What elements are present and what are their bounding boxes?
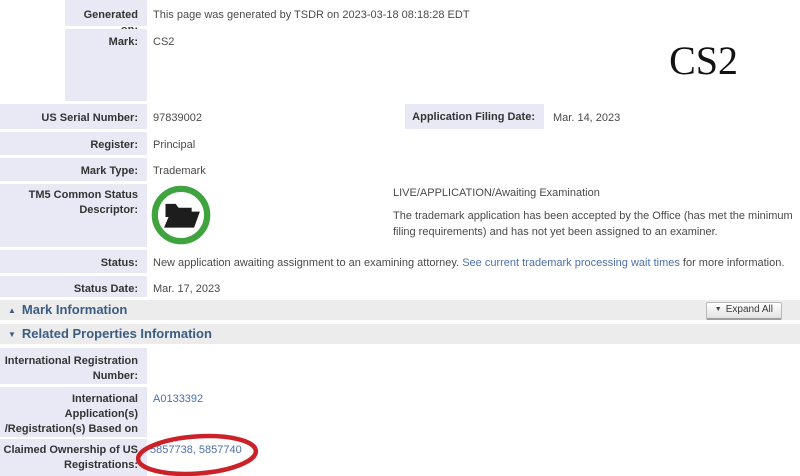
- intl-app-label-line2: /Registration(s) Based on: [0, 422, 138, 437]
- status-value: New application awaiting assignment to a…: [147, 250, 800, 273]
- status-label: Status:: [0, 250, 147, 273]
- intl-registration-number-value: [147, 348, 800, 384]
- mark-value-cell: CS2 CS2: [147, 29, 800, 101]
- expand-all-label: Expand All: [726, 304, 773, 315]
- mark-information-title: Mark Information: [22, 300, 127, 320]
- tm5-descriptor-label: TM5 Common Status Descriptor:: [0, 184, 147, 247]
- status-date-value: Mar. 17, 2023: [147, 276, 800, 297]
- intl-application-row: International Application(s) /Registrati…: [0, 387, 800, 437]
- claimed-ownership-row: Claimed Ownership of US Registrations: 5…: [0, 439, 800, 476]
- register-label: Register:: [0, 132, 147, 155]
- claimed-ownership-label: Claimed Ownership of US Registrations:: [0, 439, 147, 476]
- us-serial-number-label: US Serial Number:: [0, 104, 147, 129]
- mark-label: Mark:: [65, 29, 147, 101]
- triangle-down-icon: ▼: [715, 306, 722, 313]
- claimed-ownership-registrations-link[interactable]: 5857738, 5857740: [150, 444, 242, 456]
- open-folder-green-circle-icon: [150, 184, 212, 246]
- section-header-mark-information[interactable]: ▲ Mark Information ▼ Expand All: [0, 300, 800, 320]
- tm5-descriptor-value-cell: LIVE/APPLICATION/Awaiting Examination Th…: [147, 184, 800, 247]
- intl-registration-number-row: International Registration Number:: [0, 348, 800, 384]
- status-text-before-link: New application awaiting assignment to a…: [153, 257, 462, 269]
- claimed-ownership-value-cell: 5857738, 5857740: [147, 439, 800, 476]
- tm5-status-code: LIVE/APPLICATION/Awaiting Examination: [393, 186, 795, 201]
- tm5-status-description: The trademark application has been accep…: [393, 208, 795, 240]
- register-row: Register: Principal: [0, 132, 800, 155]
- status-row: Status: New application awaiting assignm…: [0, 250, 800, 273]
- processing-wait-times-link[interactable]: See current trademark processing wait ti…: [462, 257, 680, 269]
- mark-type-label: Mark Type:: [0, 158, 147, 181]
- intl-app-label-line1: International Application(s): [0, 392, 138, 422]
- tm5-label-line1: TM5 Common Status: [0, 188, 138, 203]
- mark-type-row: Mark Type: Trademark: [0, 158, 800, 181]
- mark-row: Mark: CS2 CS2: [0, 29, 800, 101]
- intl-reg-label-line2: Number:: [0, 369, 138, 384]
- intl-application-number-link[interactable]: A0133392: [153, 393, 203, 405]
- tm5-label-line2: Descriptor:: [0, 203, 138, 218]
- generated-on-value: This page was generated by TSDR on 2023-…: [147, 0, 800, 26]
- status-date-label: Status Date:: [0, 276, 147, 297]
- claimed-ownership-label-line2: Registrations:: [0, 458, 138, 473]
- claimed-ownership-label-line1: Claimed Ownership of US: [0, 443, 138, 458]
- intl-application-value-cell: A0133392: [147, 387, 800, 437]
- serial-filing-row: US Serial Number: 97839002 Application F…: [0, 104, 800, 129]
- register-value: Principal: [147, 132, 800, 155]
- status-date-row: Status Date: Mar. 17, 2023: [0, 276, 800, 297]
- generated-on-row: Generated on: This page was generated by…: [0, 0, 800, 26]
- mark-drawing-image: CS2: [669, 41, 738, 81]
- tm5-descriptor-row: TM5 Common Status Descriptor: LIVE/APPLI…: [0, 184, 800, 247]
- related-properties-title: Related Properties Information: [22, 324, 212, 344]
- expand-all-button[interactable]: ▼ Expand All: [706, 302, 782, 320]
- mark-type-value: Trademark: [147, 158, 800, 181]
- status-text-after-link: for more information.: [680, 257, 785, 269]
- generated-on-label: Generated on:: [65, 0, 147, 26]
- application-filing-date-value: Mar. 14, 2023: [547, 104, 800, 129]
- triangle-up-icon: ▲: [8, 301, 16, 321]
- tsdr-status-page: Generated on: This page was generated by…: [0, 0, 800, 476]
- us-serial-number-value: 97839002: [147, 104, 405, 129]
- intl-application-label: International Application(s) /Registrati…: [0, 387, 147, 437]
- application-filing-date-label: Application Filing Date:: [405, 104, 544, 129]
- triangle-down-icon: ▼: [8, 325, 16, 345]
- intl-registration-number-label: International Registration Number:: [0, 348, 147, 384]
- intl-reg-label-line1: International Registration: [0, 354, 138, 369]
- tm5-text-block: LIVE/APPLICATION/Awaiting Examination Th…: [393, 184, 795, 247]
- section-header-related-properties[interactable]: ▼ Related Properties Information: [0, 324, 800, 344]
